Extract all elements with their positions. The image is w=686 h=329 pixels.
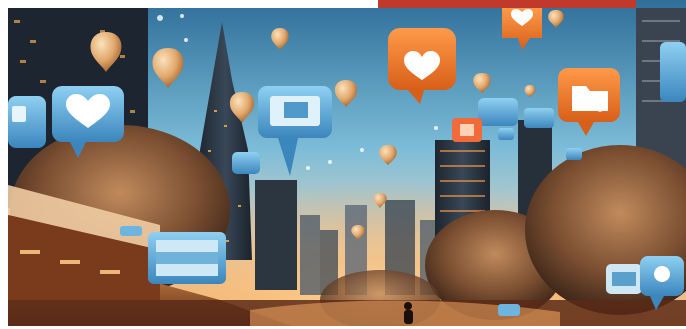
- mid-tower: [255, 180, 297, 290]
- city-illustration: [0, 0, 686, 329]
- tv-bubble: [148, 232, 226, 284]
- pedestrian: [404, 302, 413, 324]
- message-icon: [498, 304, 520, 316]
- frame-left: [0, 0, 8, 329]
- frame-top-left: [0, 0, 378, 8]
- bubble-edge-left: [8, 96, 46, 148]
- top-red-bar: [378, 0, 636, 8]
- image-icon: [12, 106, 26, 122]
- message-icon: [120, 226, 142, 236]
